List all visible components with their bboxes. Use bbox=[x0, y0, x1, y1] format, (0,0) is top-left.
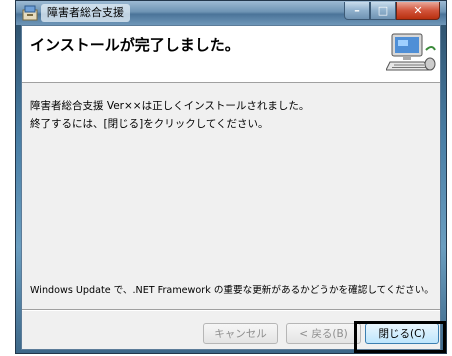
title-bar[interactable]: 障害者総合支援 – □ ✕ bbox=[16, 1, 446, 25]
cancel-button[interactable]: キャンセル bbox=[203, 323, 278, 344]
back-button[interactable]: < 戻る(B) bbox=[286, 323, 361, 344]
install-success-text: 障害者総合支援 Ver××は正しくインストールされました。 bbox=[30, 100, 310, 112]
windows-update-notice: Windows Update で、.NET Framework の重要な更新があ… bbox=[30, 285, 434, 296]
dialog-client-area: インストールが完了しました。 障害者総合支援 Ver××は正しくインストールされ… bbox=[21, 25, 441, 350]
installer-window: 障害者総合支援 – □ ✕ インストールが完了しました。 障害者総合支援 Ver… bbox=[15, 0, 447, 354]
dialog-header: インストールが完了しました。 bbox=[22, 26, 440, 83]
minimize-button[interactable]: – bbox=[344, 2, 370, 20]
maximize-button[interactable]: □ bbox=[370, 2, 396, 20]
installer-app-icon bbox=[22, 5, 38, 21]
close-button-highlight bbox=[354, 321, 446, 353]
page-title: インストールが完了しました。 bbox=[30, 36, 240, 54]
window-title: 障害者総合支援 bbox=[41, 4, 130, 22]
window-controls: – □ ✕ bbox=[344, 2, 440, 20]
close-window-button[interactable]: ✕ bbox=[396, 2, 440, 20]
close-instruction-text: 終了するには、[閉じる]をクリックしてください。 bbox=[30, 118, 269, 130]
computer-install-icon bbox=[386, 33, 436, 71]
divider bbox=[22, 309, 440, 311]
